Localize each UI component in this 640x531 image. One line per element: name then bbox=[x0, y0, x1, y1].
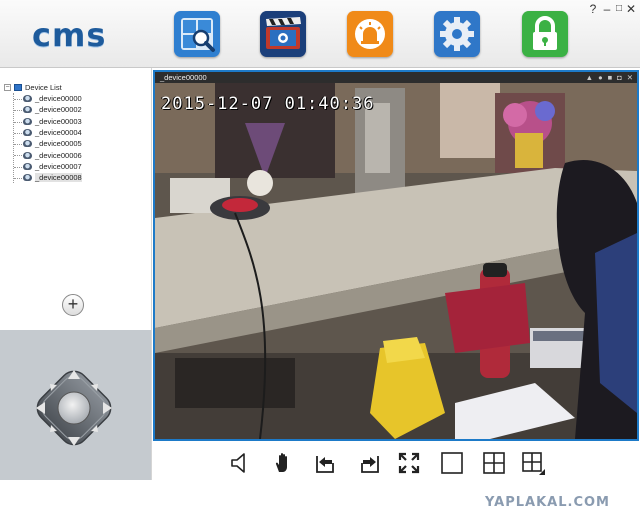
fullscreen-icon bbox=[398, 452, 420, 474]
search-device-icon bbox=[174, 11, 220, 57]
video-pane[interactable]: _device00000 ▲ ● ■ ◘ ✕ 2015-12-07 01:40:… bbox=[153, 70, 639, 441]
next-button[interactable] bbox=[358, 451, 382, 475]
lock-button[interactable] bbox=[522, 11, 568, 57]
multi-view-button[interactable] bbox=[521, 451, 545, 475]
cms-window: cms ? – □ ✕ − Device List _device00000 _… bbox=[0, 0, 640, 531]
device-item-selected[interactable]: _device00008 bbox=[14, 172, 82, 183]
close-icon[interactable]: ✕ bbox=[627, 72, 633, 83]
device-item[interactable]: _device00005 bbox=[14, 138, 82, 149]
alarm-light-icon bbox=[347, 11, 393, 57]
watermark: YAPLAKAL.COM bbox=[485, 495, 610, 510]
search-device-button[interactable] bbox=[174, 11, 220, 57]
device-item[interactable]: _device00004 bbox=[14, 127, 82, 138]
video-status-icons: ▲ ● ■ ◘ ✕ bbox=[586, 72, 633, 83]
camera-feed-image bbox=[155, 83, 637, 439]
lock-icon bbox=[522, 11, 568, 57]
ptz-panel bbox=[0, 330, 152, 480]
alarm-icon[interactable]: ▲ bbox=[586, 72, 593, 83]
playback-button[interactable] bbox=[260, 11, 306, 57]
device-item[interactable]: _device00007 bbox=[14, 161, 82, 172]
add-device-button[interactable]: + bbox=[62, 294, 84, 316]
record-icon[interactable]: ■ bbox=[608, 72, 613, 83]
device-item[interactable]: _device00006 bbox=[14, 149, 82, 160]
alarm-button[interactable] bbox=[347, 11, 393, 57]
single-view-icon bbox=[441, 452, 463, 474]
app-logo: cms bbox=[32, 16, 107, 54]
camera-icon bbox=[23, 117, 32, 125]
device-label: _device00003 bbox=[35, 116, 82, 126]
top-toolbar: cms ? – □ ✕ bbox=[0, 0, 640, 68]
quad-view-button[interactable] bbox=[482, 451, 506, 475]
device-label: _device00000 bbox=[35, 94, 82, 104]
device-item[interactable]: _device00002 bbox=[14, 104, 82, 115]
multi-view-icon bbox=[522, 452, 545, 475]
camera-icon bbox=[23, 106, 32, 114]
microphone-icon[interactable]: ● bbox=[598, 72, 603, 83]
camera-icon bbox=[23, 162, 32, 170]
quad-view-icon bbox=[483, 452, 505, 474]
device-panel: − Device List _device00000 _device00002 … bbox=[0, 68, 152, 330]
device-tree: − Device List _device00000 _device00002 … bbox=[4, 82, 82, 184]
close-button[interactable]: ✕ bbox=[624, 2, 638, 16]
camera-icon bbox=[23, 129, 32, 137]
settings-gear-icon bbox=[434, 11, 480, 57]
view-toolbar bbox=[153, 442, 640, 480]
playback-clapper-icon bbox=[260, 11, 306, 57]
settings-button[interactable] bbox=[434, 11, 480, 57]
camera-icon bbox=[23, 140, 32, 148]
device-group-icon bbox=[14, 84, 22, 91]
device-label: _device00007 bbox=[35, 161, 82, 171]
device-list-root[interactable]: − Device List bbox=[4, 82, 82, 93]
camera-icon bbox=[23, 95, 32, 103]
ptz-control[interactable] bbox=[26, 360, 122, 456]
device-list-label: Device List bbox=[25, 83, 62, 92]
hand-button[interactable] bbox=[272, 451, 296, 475]
fullscreen-button[interactable] bbox=[397, 451, 421, 475]
device-label: _device00006 bbox=[35, 150, 82, 160]
previous-icon bbox=[316, 456, 334, 473]
previous-button[interactable] bbox=[313, 451, 337, 475]
camera-icon bbox=[23, 174, 32, 182]
osd-timestamp: 2015-12-07 01:40:36 bbox=[161, 94, 375, 114]
channel-title: _device00000 bbox=[160, 73, 207, 82]
speaker-icon bbox=[231, 453, 245, 473]
single-view-button[interactable] bbox=[440, 451, 464, 475]
next-icon bbox=[361, 456, 379, 473]
device-label: _device00005 bbox=[35, 139, 82, 149]
help-button[interactable]: ? bbox=[586, 2, 600, 16]
footer: YAPLAKAL.COM bbox=[0, 480, 640, 531]
device-label: _device00008 bbox=[35, 173, 82, 183]
device-item[interactable]: _device00000 bbox=[14, 93, 82, 104]
hand-icon bbox=[275, 453, 287, 472]
snapshot-icon[interactable]: ◘ bbox=[617, 72, 622, 83]
device-item[interactable]: _device00003 bbox=[14, 116, 82, 127]
camera-icon bbox=[23, 151, 32, 159]
device-label: _device00002 bbox=[35, 105, 82, 115]
device-label: _device00004 bbox=[35, 128, 82, 138]
collapse-icon[interactable]: − bbox=[4, 84, 11, 91]
video-title-bar: _device00000 ▲ ● ■ ◘ ✕ bbox=[155, 72, 637, 83]
device-list: _device00000 _device00002 _device00003 _… bbox=[13, 93, 82, 184]
speaker-button[interactable] bbox=[229, 451, 253, 475]
ptz-center-button bbox=[57, 391, 91, 425]
